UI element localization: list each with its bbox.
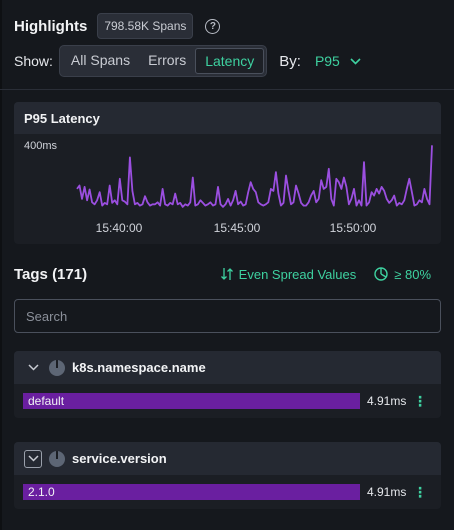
distribution-pie-icon: [49, 450, 65, 467]
tag-name: k8s.namespace.name: [72, 360, 206, 375]
tag-latency-value: 4.91ms: [367, 485, 407, 499]
chevron-down-icon[interactable]: [24, 449, 42, 468]
help-icon[interactable]: ?: [205, 18, 221, 34]
more-options-icon[interactable]: ⋮: [413, 485, 427, 499]
tag-value-row[interactable]: default 4.91ms ⋮: [14, 384, 441, 418]
x-tick-label-1: 15:40:00: [96, 221, 143, 235]
tags-search-input[interactable]: [14, 299, 441, 333]
tags-header: Tags (171) Even Spread Values ≥ 80%: [14, 264, 441, 284]
show-latency-button[interactable]: Latency: [195, 48, 265, 74]
tag-card-k8s-namespace: k8s.namespace.name default 4.91ms ⋮: [14, 351, 441, 418]
more-options-icon[interactable]: ⋮: [413, 394, 427, 408]
latency-series-line: [76, 145, 433, 208]
tag-card-header[interactable]: service.version: [14, 442, 441, 475]
sort-arrows-icon: [220, 268, 233, 280]
p95-latency-chart-panel: P95 Latency 400ms 15:40:00 15:45:00 15:5…: [14, 102, 441, 244]
x-tick-label-2: 15:45:00: [214, 221, 261, 235]
tags-title: Tags (171): [14, 265, 88, 283]
chevron-down-icon: [350, 57, 361, 65]
show-row: Show: All Spans Errors Latency By: P95: [14, 45, 361, 77]
y-tick-label: 400ms: [24, 140, 58, 152]
even-spread-values-button[interactable]: Even Spread Values: [220, 266, 357, 282]
tag-value-bar: 2.1.0: [23, 484, 360, 500]
show-label: Show:: [14, 53, 53, 69]
latency-chart[interactable]: 400ms 15:40:00 15:45:00 15:50:00: [14, 134, 441, 244]
highlights-header: Highlights 798.58K Spans ?: [14, 12, 221, 40]
pie-gauge-icon: [374, 267, 388, 281]
threshold-filter[interactable]: ≥ 80%: [374, 267, 431, 282]
tag-card-header[interactable]: k8s.namespace.name: [14, 351, 441, 384]
chevron-down-icon[interactable]: [24, 359, 42, 377]
page-title: Highlights: [14, 17, 88, 35]
show-segmented-control: All Spans Errors Latency: [58, 45, 268, 77]
show-errors-button[interactable]: Errors: [139, 48, 195, 74]
even-spread-label: Even Spread Values: [238, 266, 357, 282]
tag-card-service-version: service.version 2.1.0 4.91ms ⋮: [14, 442, 441, 509]
threshold-label: ≥ 80%: [394, 266, 431, 282]
x-tick-label-3: 15:50:00: [330, 221, 377, 235]
show-all-spans-button[interactable]: All Spans: [62, 48, 139, 74]
chart-title: P95 Latency: [14, 102, 441, 134]
header-divider: [0, 89, 454, 90]
tag-value-row[interactable]: 2.1.0 4.91ms ⋮: [14, 475, 441, 509]
tag-name: service.version: [72, 451, 167, 466]
tag-latency-value: 4.91ms: [367, 394, 407, 408]
span-count-badge: 798.58K Spans: [97, 13, 194, 39]
distribution-pie-icon: [49, 359, 65, 376]
by-label: By:: [279, 52, 301, 70]
by-value: P95: [314, 53, 340, 69]
tag-value-bar: default: [23, 393, 360, 409]
left-edge: [0, 0, 2, 530]
by-dropdown[interactable]: P95: [315, 53, 361, 69]
